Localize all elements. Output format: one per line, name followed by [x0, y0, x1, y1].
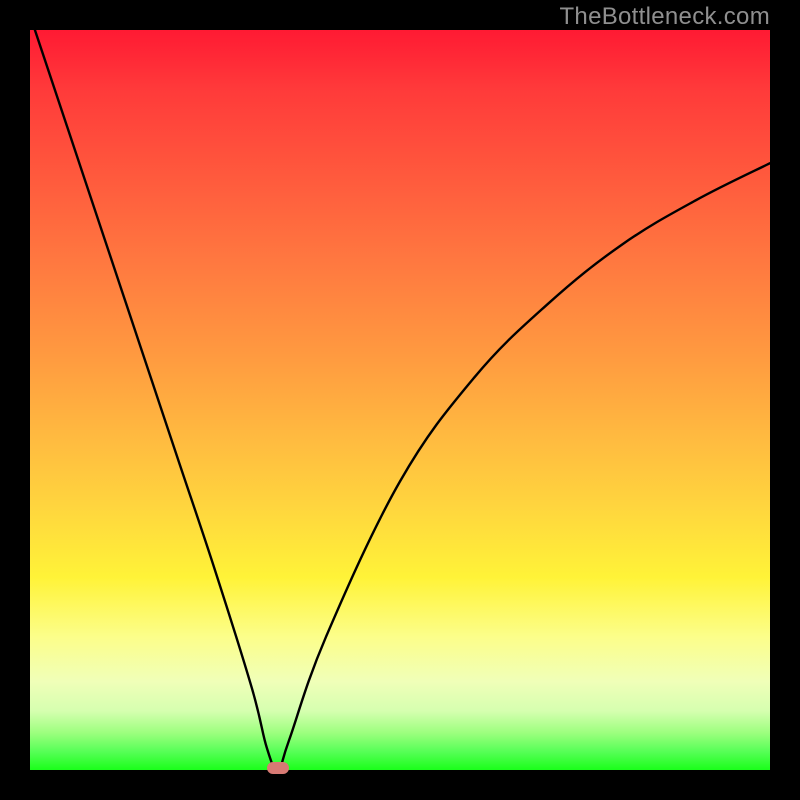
bottleneck-curve: [30, 30, 770, 770]
chart-frame: TheBottleneck.com: [0, 0, 800, 800]
plot-area: [30, 30, 770, 770]
watermark-text: TheBottleneck.com: [559, 3, 770, 31]
optimal-point-marker: [267, 762, 289, 774]
